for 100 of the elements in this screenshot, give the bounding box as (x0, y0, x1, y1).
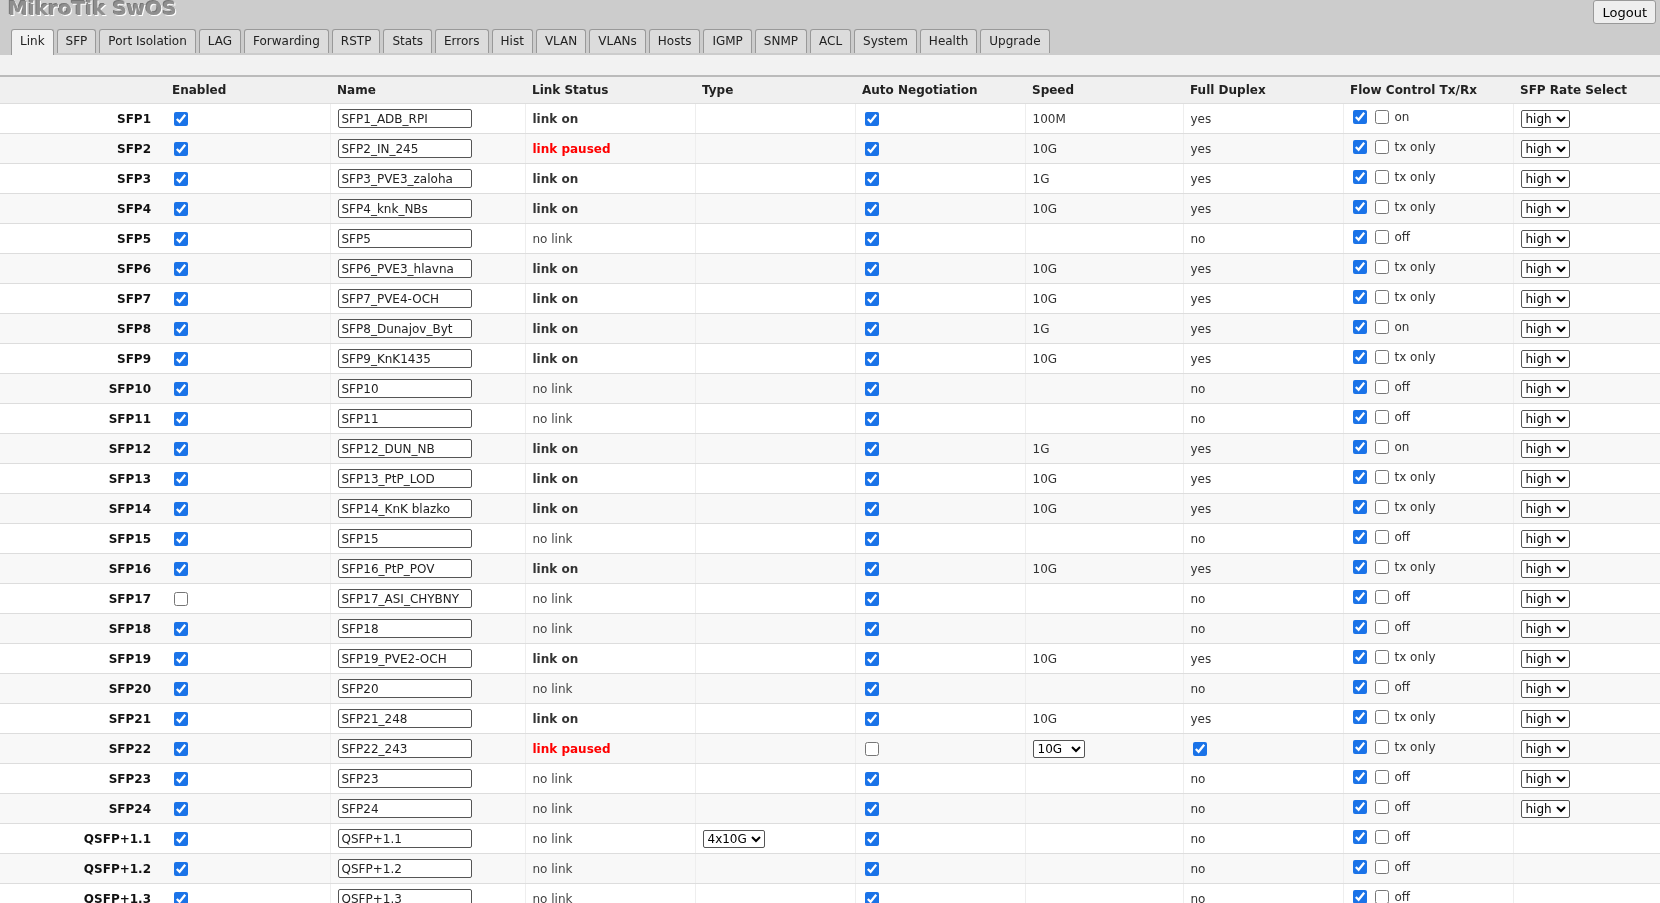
rate-select[interactable]: high (1520, 799, 1570, 818)
rate-select[interactable]: high (1520, 559, 1570, 578)
name-field[interactable]: SFP24 (337, 799, 472, 818)
auto-negotiation-checkbox[interactable] (864, 351, 879, 366)
flow-rx-checkbox[interactable] (1374, 710, 1389, 724)
tab[interactable]: Health (919, 29, 978, 53)
name-field[interactable]: SFP2_IN_245 (337, 139, 472, 158)
rate-select[interactable]: high (1520, 529, 1570, 548)
flow-tx-checkbox[interactable] (1352, 170, 1367, 184)
flow-tx-checkbox[interactable] (1352, 500, 1367, 514)
auto-negotiation-checkbox[interactable] (864, 111, 879, 126)
rate-select[interactable]: high (1520, 739, 1570, 758)
auto-negotiation-checkbox[interactable] (864, 501, 879, 516)
flow-tx-checkbox[interactable] (1352, 200, 1367, 214)
flow-tx-checkbox[interactable] (1352, 800, 1367, 814)
flow-rx-checkbox[interactable] (1374, 590, 1389, 604)
rate-select[interactable]: high (1520, 439, 1570, 458)
full-duplex-checkbox[interactable] (1192, 741, 1207, 756)
tab[interactable]: RSTP (331, 29, 381, 53)
enabled-checkbox[interactable] (174, 651, 188, 666)
flow-tx-checkbox[interactable] (1352, 440, 1367, 454)
rate-select[interactable]: high (1520, 709, 1570, 728)
flow-rx-checkbox[interactable] (1374, 680, 1389, 694)
auto-negotiation-checkbox[interactable] (864, 141, 879, 156)
enabled-checkbox[interactable] (174, 201, 188, 216)
auto-negotiation-checkbox[interactable] (864, 261, 879, 276)
flow-rx-checkbox[interactable] (1374, 230, 1389, 244)
enabled-checkbox[interactable] (174, 891, 188, 903)
auto-negotiation-checkbox[interactable] (864, 591, 879, 606)
auto-negotiation-checkbox[interactable] (864, 471, 879, 486)
tab[interactable]: System (854, 29, 917, 53)
flow-rx-checkbox[interactable] (1374, 380, 1389, 394)
tab[interactable]: ACL (810, 29, 852, 53)
enabled-checkbox[interactable] (174, 111, 188, 126)
auto-negotiation-checkbox[interactable] (864, 861, 879, 876)
flow-rx-checkbox[interactable] (1374, 770, 1389, 784)
rate-select[interactable]: high (1520, 469, 1570, 488)
flow-tx-checkbox[interactable] (1352, 830, 1367, 844)
name-field[interactable]: SFP18 (337, 619, 472, 638)
auto-negotiation-checkbox[interactable] (864, 561, 879, 576)
rate-select[interactable]: high (1520, 139, 1570, 158)
auto-negotiation-checkbox[interactable] (864, 771, 879, 786)
name-field[interactable]: SFP7_PVE4-OCH (337, 289, 472, 308)
rate-select[interactable]: high (1520, 769, 1570, 788)
flow-tx-checkbox[interactable] (1352, 710, 1367, 724)
flow-rx-checkbox[interactable] (1374, 560, 1389, 574)
name-field[interactable]: SFP9_KnK1435 (337, 349, 472, 368)
flow-rx-checkbox[interactable] (1374, 290, 1389, 304)
tab[interactable]: Link (11, 29, 54, 55)
name-field[interactable]: SFP5 (337, 229, 472, 248)
flow-rx-checkbox[interactable] (1374, 830, 1389, 844)
name-field[interactable]: SFP14_KnK blazko (337, 499, 472, 518)
name-field[interactable]: SFP13_PtP_LOD (337, 469, 472, 488)
flow-tx-checkbox[interactable] (1352, 650, 1367, 664)
auto-negotiation-checkbox[interactable] (864, 231, 879, 246)
auto-negotiation-checkbox[interactable] (864, 411, 879, 426)
rate-select[interactable]: high (1520, 199, 1570, 218)
auto-negotiation-checkbox[interactable] (864, 711, 879, 726)
name-field[interactable]: SFP15 (337, 529, 472, 548)
flow-tx-checkbox[interactable] (1352, 260, 1367, 274)
flow-rx-checkbox[interactable] (1374, 440, 1389, 454)
flow-tx-checkbox[interactable] (1352, 350, 1367, 364)
flow-rx-checkbox[interactable] (1374, 470, 1389, 484)
enabled-checkbox[interactable] (174, 441, 188, 456)
flow-tx-checkbox[interactable] (1352, 110, 1367, 124)
auto-negotiation-checkbox[interactable] (864, 201, 879, 216)
enabled-checkbox[interactable] (174, 531, 188, 546)
auto-negotiation-checkbox[interactable] (864, 441, 879, 456)
auto-negotiation-checkbox[interactable] (864, 681, 879, 696)
flow-rx-checkbox[interactable] (1374, 620, 1389, 634)
name-field[interactable]: SFP22_243 (337, 739, 472, 758)
enabled-checkbox[interactable] (174, 501, 188, 516)
name-field[interactable]: SFP1_ADB_RPI (337, 109, 472, 128)
name-field[interactable]: QSFP+1.2 (337, 859, 472, 878)
rate-select[interactable]: high (1520, 619, 1570, 638)
rate-select[interactable]: high (1520, 649, 1570, 668)
flow-rx-checkbox[interactable] (1374, 860, 1389, 874)
auto-negotiation-checkbox[interactable] (864, 381, 879, 396)
name-field[interactable]: SFP6_PVE3_hlavna (337, 259, 472, 278)
flow-tx-checkbox[interactable] (1352, 620, 1367, 634)
flow-tx-checkbox[interactable] (1352, 530, 1367, 544)
rate-select[interactable]: high (1520, 109, 1570, 128)
enabled-checkbox[interactable] (174, 471, 188, 486)
flow-rx-checkbox[interactable] (1374, 650, 1389, 664)
auto-negotiation-checkbox[interactable] (864, 621, 879, 636)
enabled-checkbox[interactable] (174, 711, 188, 726)
tab[interactable]: Upgrade (980, 29, 1050, 53)
auto-negotiation-checkbox[interactable] (864, 741, 879, 756)
flow-rx-checkbox[interactable] (1374, 110, 1389, 124)
auto-negotiation-checkbox[interactable] (864, 651, 879, 666)
rate-select[interactable]: high (1520, 499, 1570, 518)
name-field[interactable]: SFP21_248 (337, 709, 472, 728)
flow-rx-checkbox[interactable] (1374, 500, 1389, 514)
flow-rx-checkbox[interactable] (1374, 200, 1389, 214)
flow-tx-checkbox[interactable] (1352, 140, 1367, 154)
enabled-checkbox[interactable] (174, 861, 188, 876)
enabled-checkbox[interactable] (174, 411, 188, 426)
auto-negotiation-checkbox[interactable] (864, 291, 879, 306)
enabled-checkbox[interactable] (174, 771, 188, 786)
rate-select[interactable]: high (1520, 259, 1570, 278)
